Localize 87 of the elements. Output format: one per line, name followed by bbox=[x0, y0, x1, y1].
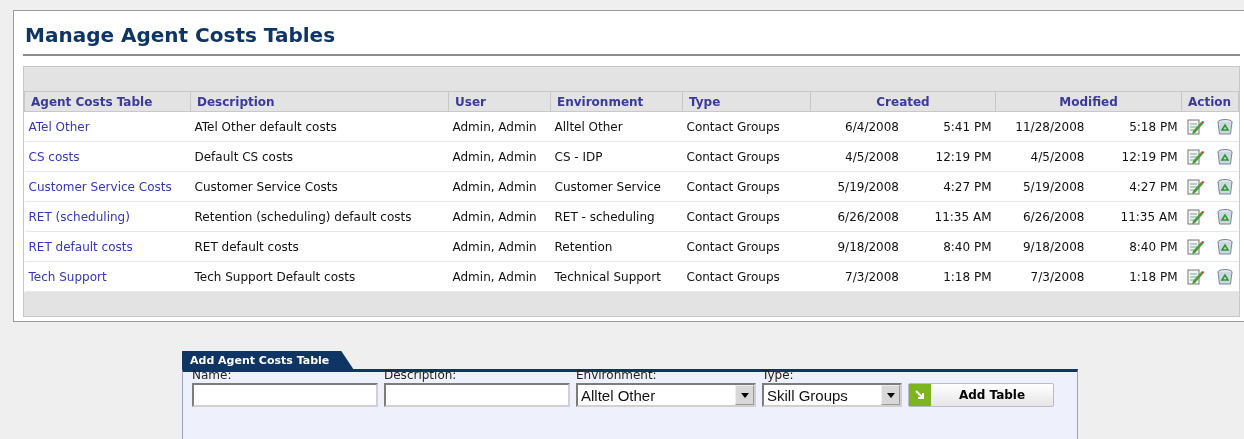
recycle-bin-icon[interactable] bbox=[1215, 117, 1234, 136]
column-header[interactable]: Created bbox=[810, 91, 996, 112]
recycle-bin-icon[interactable] bbox=[1215, 147, 1234, 166]
caret-icon bbox=[740, 392, 749, 398]
table-cell: Retention bbox=[554, 239, 613, 254]
date-cell: 5/19/2008 bbox=[837, 179, 899, 194]
edit-icon[interactable] bbox=[1185, 207, 1204, 226]
edit-icon[interactable] bbox=[1185, 117, 1204, 136]
input-field[interactable] bbox=[384, 383, 570, 407]
time-cell: 12:19 PM bbox=[935, 149, 992, 164]
dropdown[interactable]: Skill Groups bbox=[762, 383, 902, 407]
date-cell: 6/26/2008 bbox=[837, 209, 899, 224]
edit-icon[interactable] bbox=[1185, 237, 1204, 256]
table-link[interactable]: RET (scheduling) bbox=[28, 209, 130, 224]
page-title: Manage Agent Costs Tables bbox=[23, 21, 1240, 56]
date-cell: 4/5/2008 bbox=[845, 149, 899, 164]
date-cell: 6/4/2008 bbox=[845, 119, 899, 134]
recycle-bin-icon[interactable] bbox=[1215, 207, 1234, 226]
time-cell: 4:27 PM bbox=[943, 179, 992, 194]
field-label: Type: bbox=[762, 368, 795, 382]
date-cell: 11/28/2008 bbox=[1015, 119, 1085, 134]
column-header[interactable]: Description bbox=[190, 91, 449, 112]
time-cell: 4:27 PM bbox=[1129, 179, 1178, 194]
column-header[interactable]: User bbox=[448, 91, 551, 112]
edit-icon[interactable] bbox=[1185, 267, 1204, 286]
time-cell: 5:18 PM bbox=[1129, 119, 1178, 134]
time-cell: 1:18 PM bbox=[943, 269, 992, 284]
edit-icon[interactable] bbox=[1185, 177, 1204, 196]
column-header[interactable]: Type bbox=[682, 91, 811, 112]
recycle-bin-icon[interactable] bbox=[1215, 267, 1234, 286]
time-cell: 11:35 AM bbox=[934, 209, 992, 224]
table-cell: Admin, Admin bbox=[452, 239, 537, 254]
recycle-bin-icon[interactable] bbox=[1215, 237, 1234, 256]
column-header[interactable]: Action bbox=[1181, 91, 1239, 112]
table-link[interactable]: ATel Other bbox=[28, 119, 90, 134]
table-cell: Contact Groups bbox=[686, 269, 780, 284]
table-cell: Alltel Other bbox=[554, 119, 623, 134]
table-cell: Tech Support Default costs bbox=[194, 269, 356, 284]
table-cell: Admin, Admin bbox=[452, 269, 537, 284]
time-cell: 8:40 PM bbox=[943, 239, 992, 254]
table-link[interactable]: Tech Support bbox=[28, 269, 107, 284]
table-link[interactable]: Customer Service Costs bbox=[28, 179, 172, 194]
date-cell: 7/3/2008 bbox=[1030, 269, 1085, 284]
caret-icon bbox=[886, 392, 895, 398]
table-cell: RET default costs bbox=[194, 239, 299, 254]
date-cell: 9/18/2008 bbox=[1022, 239, 1085, 254]
table-cell: Admin, Admin bbox=[452, 149, 537, 164]
date-cell: 6/26/2008 bbox=[1022, 209, 1085, 224]
date-cell: 7/3/2008 bbox=[845, 269, 899, 284]
table-cell: Admin, Admin bbox=[452, 209, 537, 224]
table-cell: Contact Groups bbox=[686, 209, 780, 224]
table-cell: ATel Other default costs bbox=[194, 119, 337, 134]
table-cell: Technical Support bbox=[554, 269, 661, 284]
table-cell: Contact Groups bbox=[686, 179, 780, 194]
time-cell: 1:18 PM bbox=[1129, 269, 1178, 284]
date-cell: 4/5/2008 bbox=[1030, 149, 1085, 164]
arrow-icon bbox=[914, 389, 926, 401]
table-cell: Contact Groups bbox=[686, 119, 780, 134]
table-cell: RET - scheduling bbox=[554, 209, 655, 224]
table-cell: Contact Groups bbox=[686, 239, 780, 254]
column-header[interactable]: Modified bbox=[995, 91, 1182, 112]
field-label: Name: bbox=[192, 368, 233, 382]
column-header[interactable]: Environment bbox=[550, 91, 683, 112]
edit-icon[interactable] bbox=[1185, 147, 1204, 166]
table-link[interactable]: RET default costs bbox=[28, 239, 133, 254]
table-cell: Retention (scheduling) default costs bbox=[194, 209, 412, 224]
time-cell: 5:41 PM bbox=[943, 119, 992, 134]
table-cell: CS - IDP bbox=[554, 149, 603, 164]
time-cell: 11:35 AM bbox=[1120, 209, 1178, 224]
table-link[interactable]: CS costs bbox=[28, 149, 80, 164]
input-field[interactable] bbox=[192, 383, 378, 407]
dropdown[interactable]: Alltel Other bbox=[576, 383, 756, 407]
table-cell: Admin, Admin bbox=[452, 119, 537, 134]
column-header[interactable]: Agent Costs Table bbox=[24, 91, 191, 112]
field-label: Environment: bbox=[576, 368, 658, 382]
date-cell: 9/18/2008 bbox=[837, 239, 899, 254]
time-cell: 8:40 PM bbox=[1129, 239, 1178, 254]
table-cell: Contact Groups bbox=[686, 149, 780, 164]
table-cell: Default CS costs bbox=[194, 149, 294, 164]
table-cell: Customer Service Costs bbox=[194, 179, 338, 194]
time-cell: 12:19 PM bbox=[1121, 149, 1178, 164]
field-label: Description: bbox=[384, 368, 458, 382]
date-cell: 5/19/2008 bbox=[1022, 179, 1085, 194]
table-cell: Customer Service bbox=[554, 179, 661, 194]
add-table-button[interactable]: Add Table bbox=[908, 383, 1054, 407]
table-cell: Admin, Admin bbox=[452, 179, 537, 194]
recycle-bin-icon[interactable] bbox=[1215, 177, 1234, 196]
